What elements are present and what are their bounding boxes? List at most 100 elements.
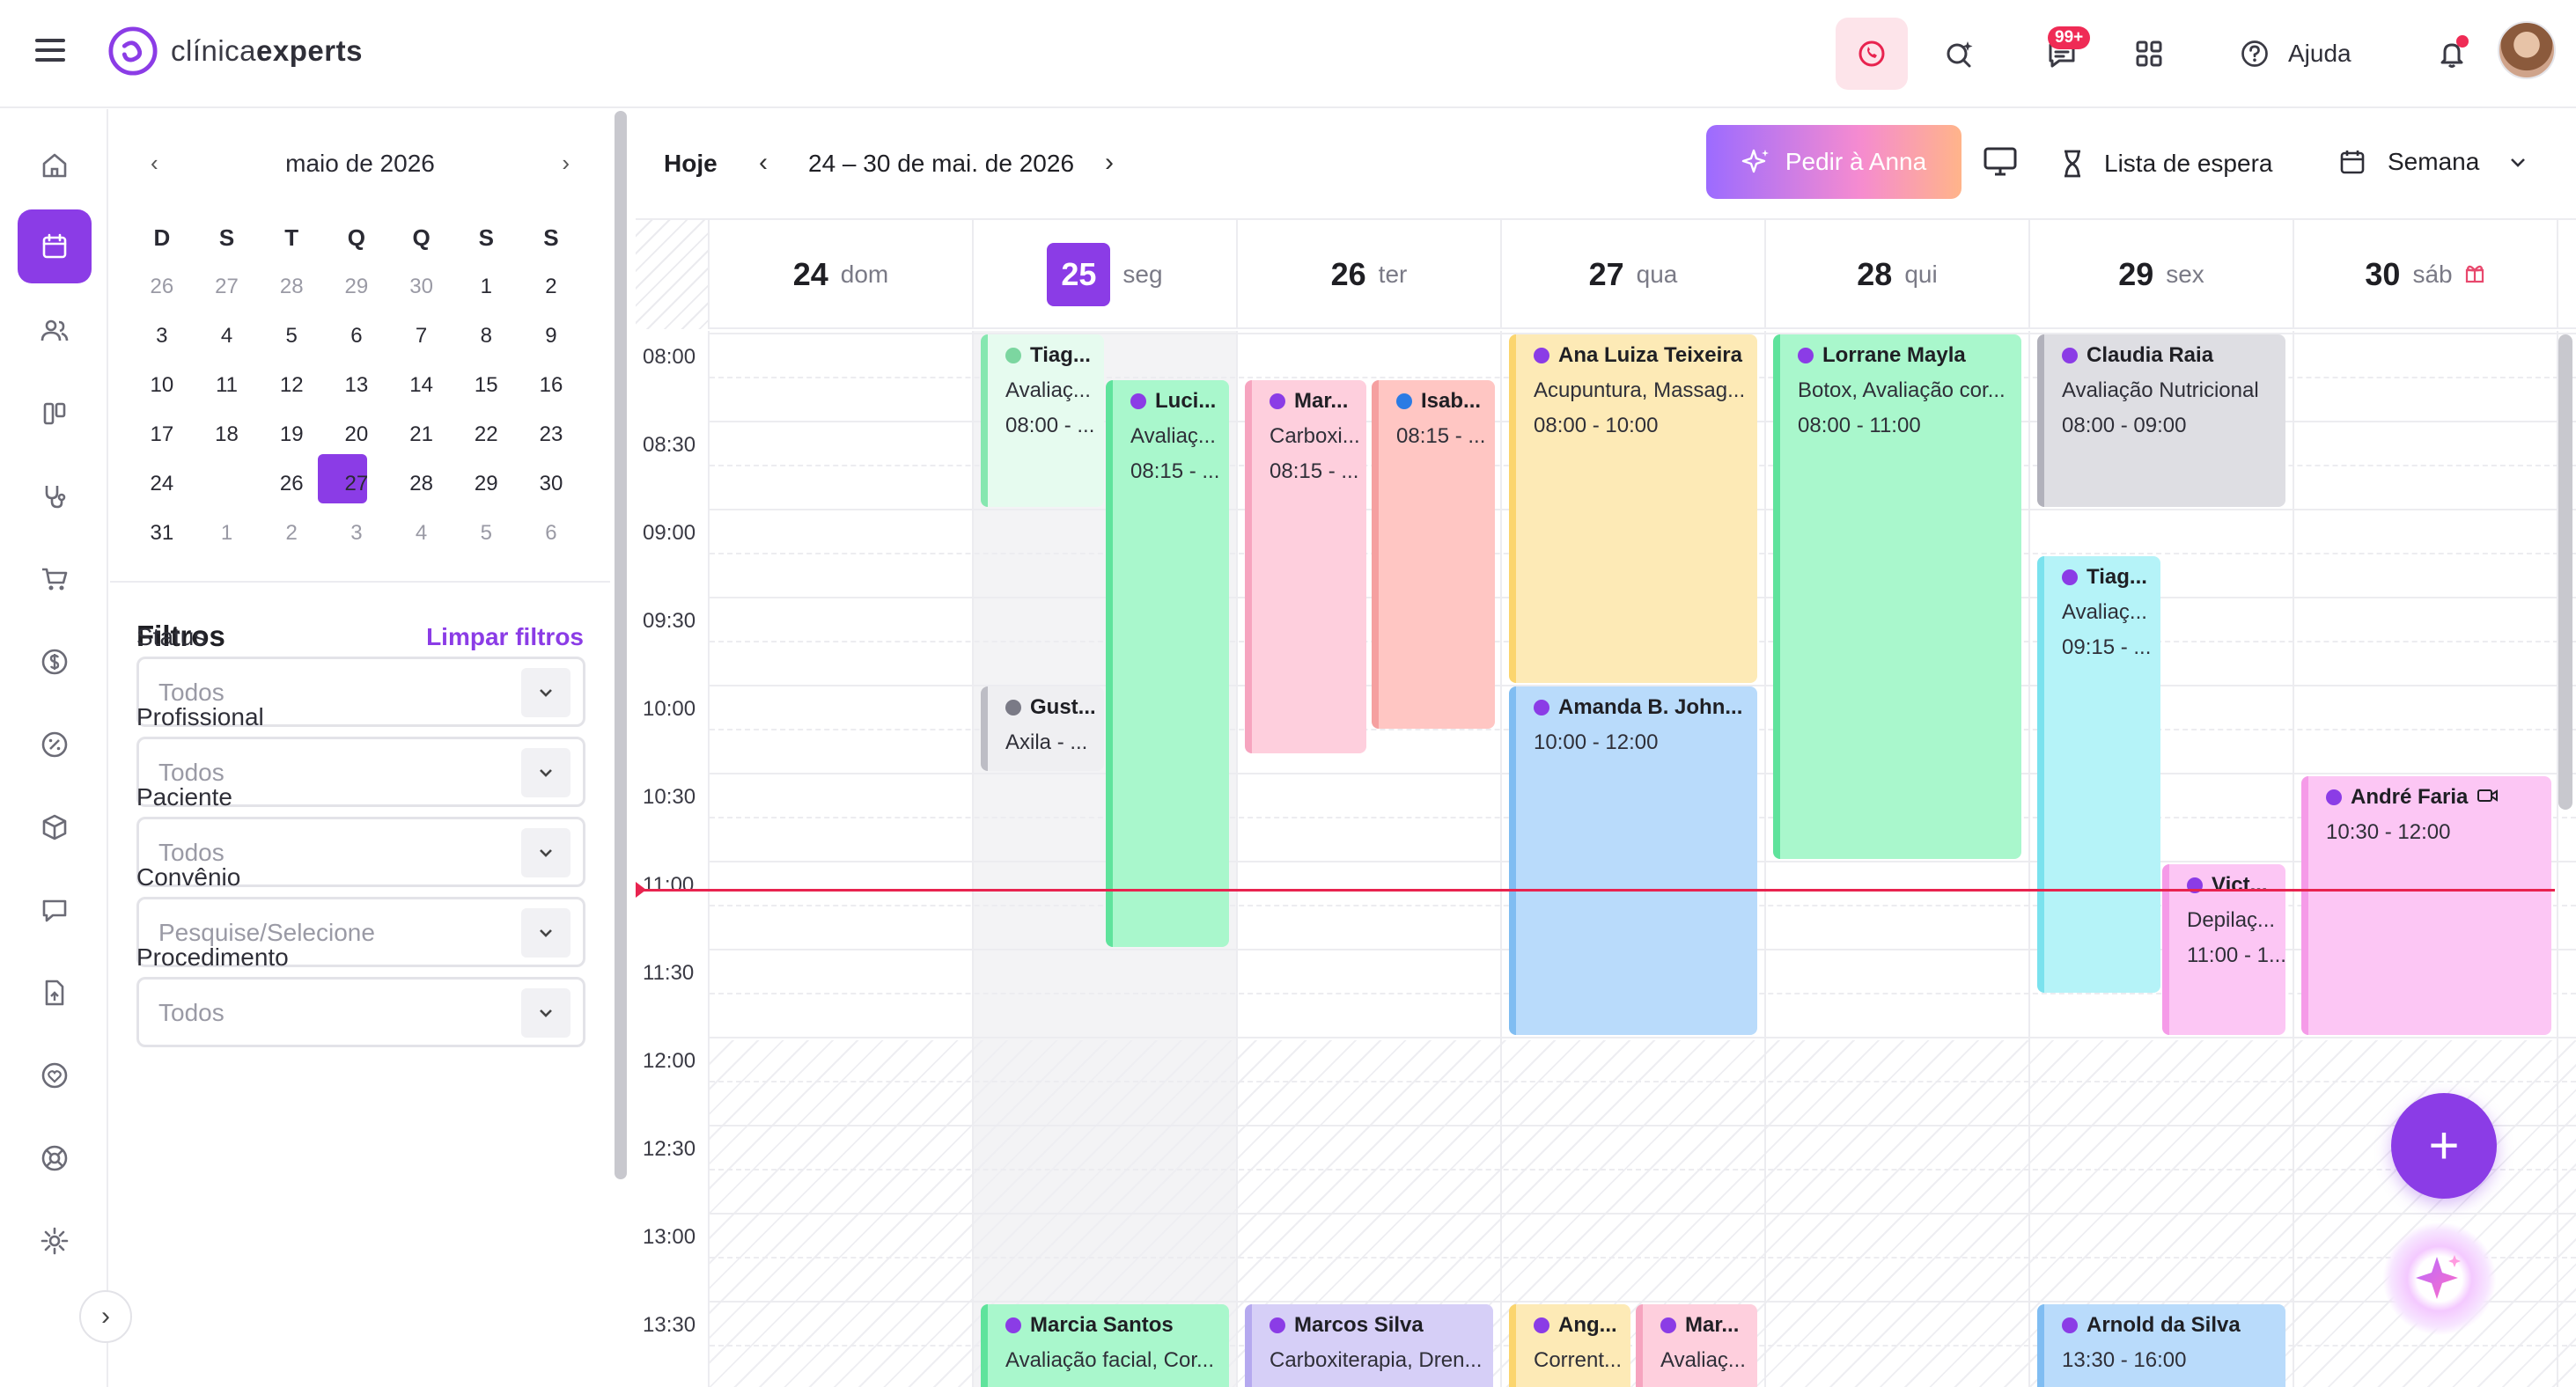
appointment-card[interactable]: Mar... Carboxi... 08:15 - ... (1245, 380, 1366, 753)
calendar-day[interactable]: 1 (453, 275, 519, 299)
calendar-scrollbar[interactable] (2558, 334, 2572, 810)
calendar-day[interactable]: 26 (129, 275, 195, 299)
calendar-day[interactable]: 24 (129, 472, 195, 496)
calendar-day[interactable]: 19 (259, 422, 324, 447)
appointment-card[interactable]: Marcos Silva Carboxiterapia, Dren... (1245, 1304, 1493, 1387)
calendar-day[interactable]: 31 (129, 521, 195, 546)
prev-week-button[interactable]: ‹ (759, 148, 768, 178)
view-select[interactable]: Semana (2338, 148, 2528, 176)
calendar-day[interactable]: 30 (389, 275, 454, 299)
appointment-card[interactable]: Arnold da Silva 13:30 - 16:00 (2037, 1304, 2285, 1387)
calendar-day[interactable]: 22 (453, 422, 519, 447)
appointment-card[interactable]: Amanda B. John... 10:00 - 12:00 (1509, 686, 1757, 1035)
day-header[interactable]: 30 sáb (2294, 220, 2558, 329)
calendar-day[interactable]: 16 (519, 373, 584, 398)
brand-logo[interactable]: clínicaexperts (107, 25, 363, 77)
apps-button[interactable] (2113, 18, 2185, 90)
calendar-day[interactable]: 17 (129, 422, 195, 447)
today-button[interactable]: Hoje (664, 150, 718, 178)
calendar-day[interactable]: 27 (324, 472, 389, 496)
nav-patients[interactable] (18, 294, 92, 368)
calendar-day[interactable]: 26 (259, 472, 324, 496)
nav-stock[interactable] (18, 790, 92, 864)
ask-anna-button[interactable]: Pedir à Anna (1706, 125, 1961, 199)
day-header[interactable]: 25 seg (974, 220, 1238, 329)
calendar-day[interactable]: 15 (453, 373, 519, 398)
nav-loyalty[interactable] (18, 1038, 92, 1112)
appointment-card[interactable]: Gust... Axila - ... (981, 686, 1104, 771)
calendar-day[interactable]: 1 (195, 521, 260, 546)
user-avatar[interactable] (2498, 21, 2556, 79)
nav-settings[interactable] (18, 1204, 92, 1278)
calendar-day[interactable]: 27 (195, 275, 260, 299)
calendar-day[interactable]: 11 (195, 373, 260, 398)
mini-calendar-next[interactable]: › (562, 150, 570, 177)
day-header[interactable]: 28 qui (1766, 220, 2030, 329)
nav-support[interactable] (18, 1121, 92, 1195)
calendar-day[interactable]: 9 (519, 324, 584, 349)
nav-calendar[interactable] (18, 209, 92, 283)
calendar-day[interactable]: 28 (259, 275, 324, 299)
add-appointment-button[interactable]: + (2391, 1093, 2497, 1199)
nav-chat[interactable] (18, 873, 92, 947)
appointment-card[interactable]: Mar... Avaliaç... (1636, 1304, 1757, 1387)
nav-clinical[interactable] (18, 459, 92, 533)
calendar-day[interactable]: 5 (453, 521, 519, 546)
calendar-day[interactable]: 5 (259, 324, 324, 349)
day-column[interactable] (710, 331, 974, 1387)
calendar-day[interactable]: 25 (195, 472, 260, 496)
appointment-card[interactable]: Ana Luiza Teixeira Acupuntura, Massag... 0… (1509, 334, 1757, 683)
notifications-button[interactable] (2416, 18, 2488, 90)
calendar-day[interactable]: 13 (324, 373, 389, 398)
day-header[interactable]: 24 dom (710, 220, 974, 329)
calendar-day[interactable]: 29 (324, 275, 389, 299)
nav-kanban[interactable] (18, 377, 92, 451)
help-button[interactable]: Ajuda (2239, 33, 2352, 74)
appointment-card[interactable]: Isab... 08:15 - ... (1372, 380, 1495, 729)
ai-assistant-button[interactable] (2382, 1222, 2497, 1336)
calendar-day[interactable]: 12 (259, 373, 324, 398)
nav-finance[interactable] (18, 625, 92, 699)
whatsapp-button[interactable] (1836, 18, 1908, 90)
calendar-day[interactable]: 28 (389, 472, 454, 496)
calendar-day[interactable]: 18 (195, 422, 260, 447)
nav-home[interactable] (18, 128, 92, 202)
nav-offers[interactable] (18, 708, 92, 782)
appointment-card[interactable]: Lorrane Mayla Botox, Avaliação cor... 08:0… (1773, 334, 2021, 859)
day-header[interactable]: 26 ter (1238, 220, 1502, 329)
nav-documents[interactable] (18, 956, 92, 1030)
appointment-card[interactable]: Claudia Raia Avaliação Nutricional 08:00 -… (2037, 334, 2285, 507)
day-header[interactable]: 27 qua (1502, 220, 1766, 329)
calendar-day[interactable]: 7 (389, 324, 454, 349)
day-header[interactable]: 29 sex (2030, 220, 2294, 329)
waitlist-button[interactable]: Lista de espera (2060, 148, 2272, 180)
calendar-day[interactable]: 3 (324, 521, 389, 546)
magic-search-button[interactable] (1923, 18, 1995, 90)
appointment-card[interactable]: André Faria 10:30 - 12:00 (2301, 776, 2551, 1035)
calendar-day[interactable]: 3 (129, 324, 195, 349)
filter-select[interactable]: Todos (136, 977, 585, 1047)
appointment-card[interactable]: Marcia Santos Avaliação facial, Cor... (981, 1304, 1229, 1387)
calendar-day[interactable]: 23 (519, 422, 584, 447)
next-week-button[interactable]: › (1105, 148, 1114, 178)
calendar-day[interactable]: 6 (324, 324, 389, 349)
appointment-card[interactable]: Ang... Corrent... (1509, 1304, 1630, 1387)
clear-filters-link[interactable]: Limpar filtros (426, 623, 584, 651)
calendar-day[interactable]: 10 (129, 373, 195, 398)
appointment-card[interactable]: Tiag... Avaliaç... 09:15 - ... (2037, 556, 2160, 993)
monitor-icon[interactable] (1981, 144, 2020, 180)
appointment-card[interactable]: Tiag... Avaliaç... 08:00 - ... (981, 334, 1104, 507)
calendar-day[interactable]: 2 (519, 275, 584, 299)
calendar-day[interactable]: 14 (389, 373, 454, 398)
calendar-day[interactable]: 30 (519, 472, 584, 496)
calendar-day[interactable]: 21 (389, 422, 454, 447)
calendar-day[interactable]: 20 (324, 422, 389, 447)
left-panel-scrollbar[interactable] (615, 111, 627, 1179)
expand-panel-button[interactable]: › (79, 1290, 132, 1343)
calendar-day[interactable]: 4 (195, 324, 260, 349)
calendar-day[interactable]: 4 (389, 521, 454, 546)
nav-sales[interactable] (18, 542, 92, 616)
menu-icon[interactable] (35, 39, 65, 62)
appointment-card[interactable]: Luci... Avaliaç... 08:15 - ... (1106, 380, 1229, 947)
calendar-day[interactable]: 8 (453, 324, 519, 349)
